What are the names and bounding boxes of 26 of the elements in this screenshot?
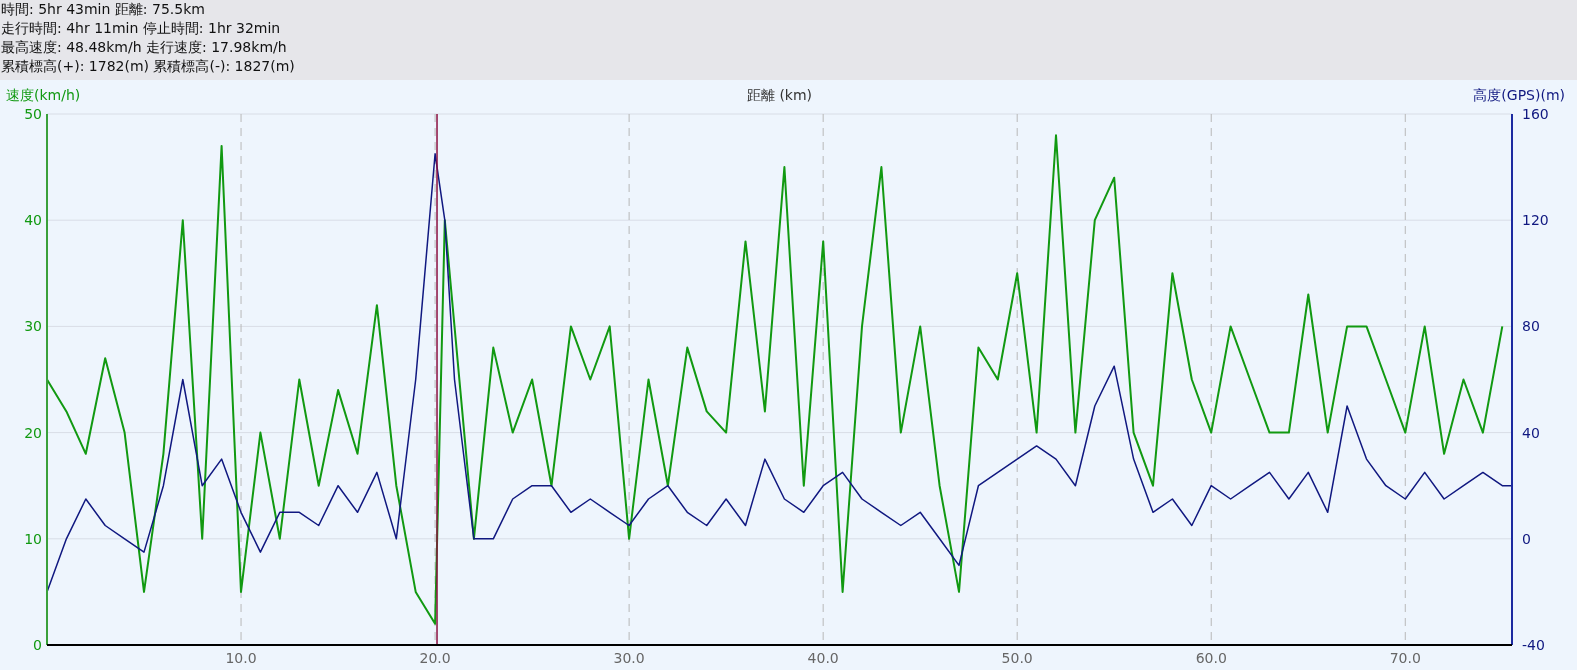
tick-label: 30 (24, 318, 42, 335)
tick-label: 80 (1522, 318, 1540, 335)
tick-label: 30.0 (613, 650, 645, 666)
axis-title: 距離 (km) (746, 87, 813, 103)
tick-label: 10.0 (225, 650, 257, 666)
summary-line: 時間: 5hr 43min 距離: 75.5km (1, 0, 205, 19)
tick-label: 40.0 (807, 650, 839, 666)
tick-label: 0 (33, 637, 42, 653)
tick-label: 20.0 (419, 650, 451, 666)
summary-line: 累積標高(+): 1782(m) 累積標高(-): 1827(m) (1, 57, 295, 76)
tick-label: -40 (1522, 637, 1545, 653)
tick-label: 50 (24, 106, 42, 122)
summary-line: 最高速度: 48.48km/h 走行速度: 17.98km/h (1, 38, 287, 57)
tick-label: 160 (1522, 106, 1549, 122)
tick-label: 120 (1522, 212, 1549, 229)
tick-label: 50.0 (1001, 650, 1033, 666)
tick-label: 40 (1522, 424, 1540, 441)
tick-label: 20 (24, 424, 42, 441)
tick-label: 0 (1522, 530, 1531, 547)
axis-title: 速度(km/h) (6, 87, 81, 103)
axis-title: 高度(GPS)(m) (1473, 87, 1565, 103)
summary-line: 走行時間: 4hr 11min 停止時間: 1hr 32min (1, 19, 281, 38)
tick-label: 70.0 (1389, 650, 1421, 666)
tick-label: 60.0 (1195, 650, 1227, 666)
tick-label: 10 (24, 530, 42, 547)
tick-label: 40 (24, 212, 42, 229)
